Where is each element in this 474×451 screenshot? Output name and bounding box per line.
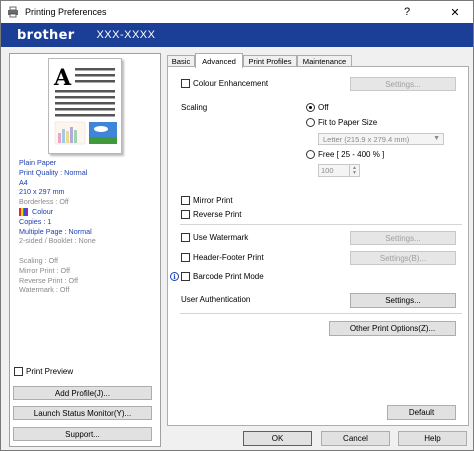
- help-button[interactable]: Help: [398, 431, 467, 446]
- info-icon: i: [170, 272, 179, 281]
- summary-mirror: Mirror Print : Off: [19, 265, 70, 275]
- divider: [180, 313, 462, 314]
- default-button[interactable]: Default: [387, 405, 456, 420]
- summary-watermark: Watermark : Off: [19, 285, 70, 295]
- free-scaling-stepper[interactable]: 100 ▲ ▼: [318, 164, 360, 177]
- page-preview: A: [48, 58, 122, 154]
- launch-status-monitor-button[interactable]: Launch Status Monitor(Y)...: [13, 406, 152, 420]
- ok-button[interactable]: OK: [243, 431, 312, 446]
- spin-arrows-icon[interactable]: ▲ ▼: [349, 165, 359, 176]
- colour-icon: [19, 207, 28, 216]
- printing-preferences-window: Printing Preferences ? ✕ brother XXX-XXX…: [0, 0, 474, 451]
- printer-icon: [7, 6, 19, 18]
- colour-enhancement-settings-button[interactable]: Settings...: [350, 77, 456, 91]
- free-scaling-radio[interactable]: Free [ 25 - 400 % ]: [306, 150, 384, 159]
- user-authentication-label: User Authentication: [181, 295, 251, 304]
- cancel-button[interactable]: Cancel: [321, 431, 390, 446]
- help-title-button[interactable]: ?: [393, 1, 421, 23]
- fit-to-paper-radio[interactable]: Fit to Paper Size: [306, 118, 377, 127]
- scaling-label: Scaling: [181, 103, 208, 112]
- scaling-off-radio[interactable]: Off: [306, 103, 329, 112]
- summary-twosided: 2-sided / Booklet : None: [19, 236, 96, 246]
- summary-borderless: Borderless : Off: [19, 197, 69, 207]
- support-button[interactable]: Support...: [13, 427, 152, 441]
- print-preview-checkbox[interactable]: Print Preview: [14, 367, 73, 376]
- brand-banner: brother XXX-XXXX: [1, 23, 473, 47]
- header-footer-checkbox[interactable]: Header-Footer Print: [181, 253, 264, 262]
- divider: [180, 224, 462, 225]
- brand-logo: brother: [17, 27, 75, 43]
- chevron-down-icon: ▼: [433, 135, 440, 142]
- title-bar: Printing Preferences ? ✕: [1, 1, 473, 23]
- summary-multiple: Multiple Page : Normal: [19, 226, 92, 236]
- summary-quality: Print Quality : Normal: [19, 167, 88, 177]
- close-button[interactable]: ✕: [441, 1, 469, 23]
- mirror-print-checkbox[interactable]: Mirror Print: [181, 196, 233, 205]
- header-footer-settings-button[interactable]: Settings(B)...: [350, 251, 456, 265]
- printer-model: XXX-XXXX: [96, 29, 156, 41]
- summary-dims: 210 x 297 mm: [19, 187, 65, 197]
- svg-text:A: A: [53, 65, 72, 91]
- summary-colour: Colour: [19, 207, 96, 217]
- reverse-print-checkbox[interactable]: Reverse Print: [181, 210, 241, 219]
- colour-enhancement-checkbox[interactable]: Colour Enhancement: [181, 79, 268, 88]
- paper-size-dropdown[interactable]: Letter (215.9 x 279.4 mm) ▼: [318, 133, 444, 145]
- use-watermark-checkbox[interactable]: Use Watermark: [181, 233, 248, 242]
- other-print-options-button[interactable]: Other Print Options(Z)...: [329, 321, 456, 336]
- advanced-tab-panel: Colour Enhancement Settings... Scaling O…: [167, 66, 469, 426]
- summary-copies: Copies : 1: [19, 216, 52, 226]
- watermark-settings-button[interactable]: Settings...: [350, 231, 456, 245]
- user-authentication-settings-button[interactable]: Settings...: [350, 293, 456, 308]
- add-profile-button[interactable]: Add Profile(J)...: [13, 386, 152, 400]
- summary-scaling: Scaling : Off: [19, 255, 59, 265]
- summary-reverse: Reverse Print : Off: [19, 275, 78, 285]
- summary-paper: Plain Paper: [19, 158, 57, 167]
- barcode-print-checkbox[interactable]: i Barcode Print Mode: [170, 272, 264, 281]
- window-title: Printing Preferences: [25, 7, 107, 17]
- settings-summary: Plain Paper Print Quality : Normal A4 21…: [19, 158, 96, 295]
- summary-colour-label: Colour: [32, 206, 54, 216]
- summary-size: A4: [19, 177, 28, 187]
- tab-advanced[interactable]: Advanced: [195, 53, 243, 68]
